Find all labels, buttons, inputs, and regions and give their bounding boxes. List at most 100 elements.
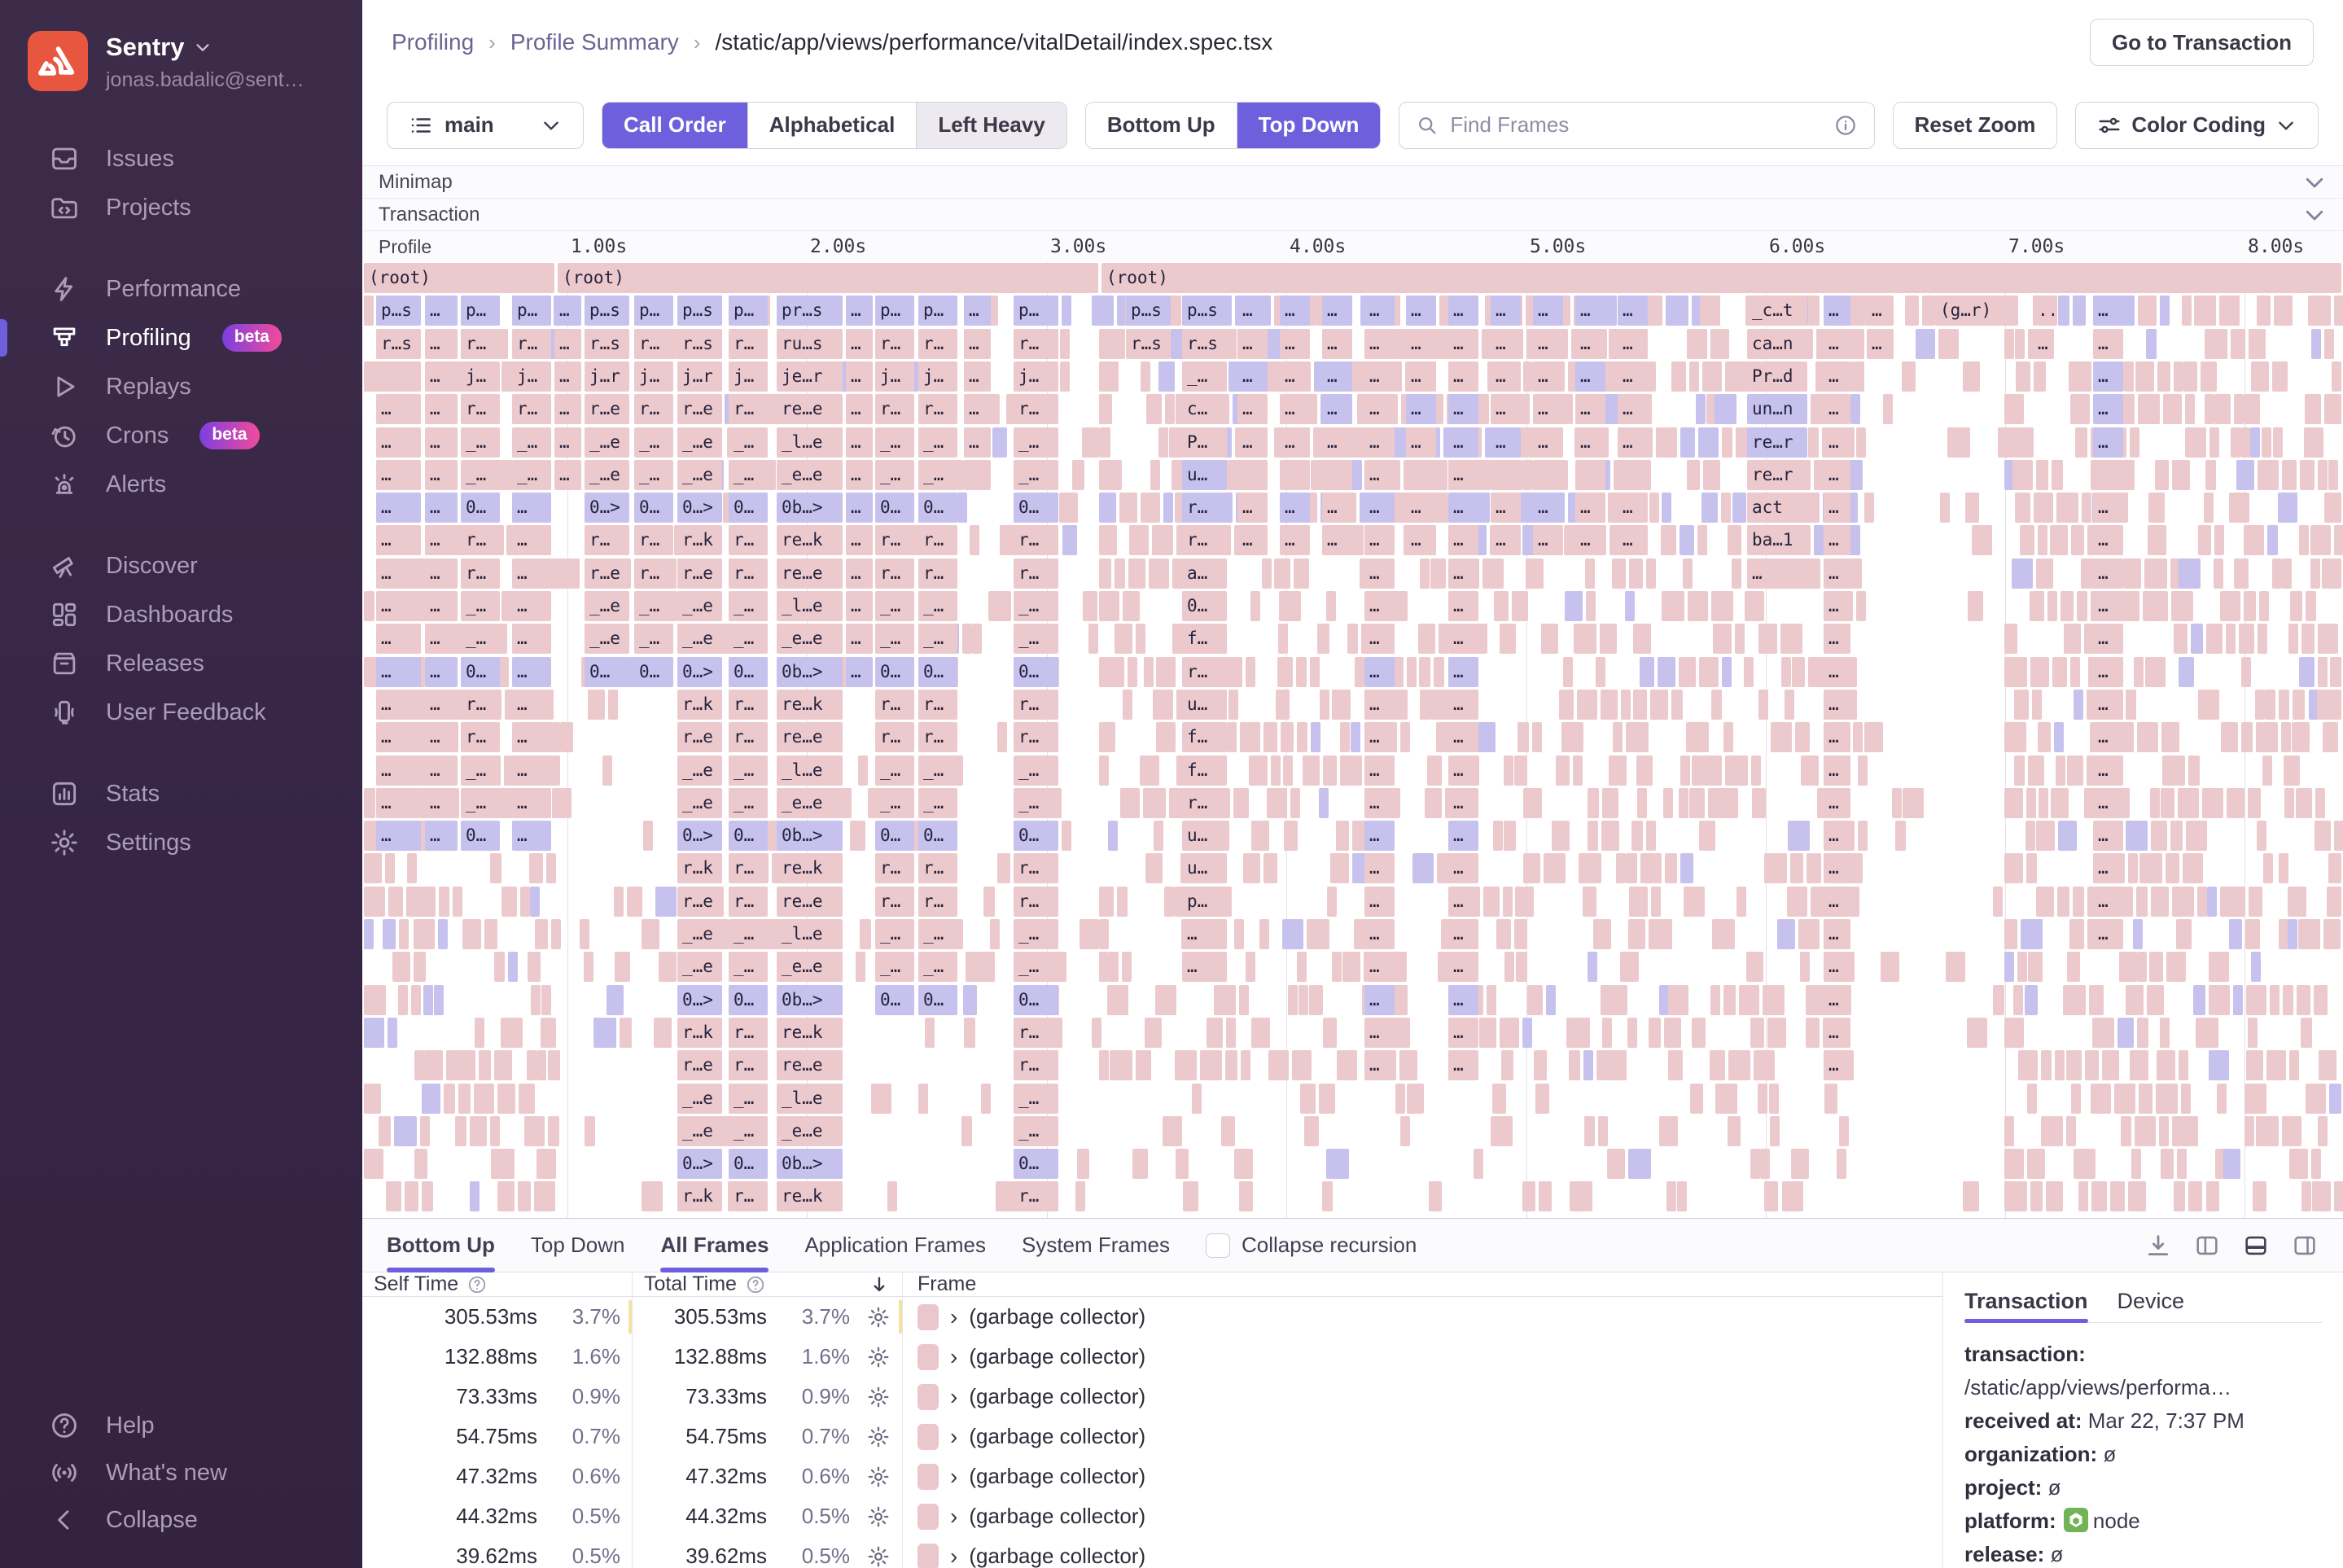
flame-frame[interactable]: … xyxy=(1237,525,1268,556)
flame-frame[interactable]: p… xyxy=(634,296,673,326)
flame-frame[interactable]: _… xyxy=(918,591,957,621)
flame-frame[interactable] xyxy=(1780,624,1802,655)
flame-frame[interactable] xyxy=(1764,853,1788,884)
flame-frame[interactable]: … xyxy=(512,689,551,720)
flame-frame[interactable]: r… xyxy=(634,328,673,359)
flame-frame[interactable]: … xyxy=(376,427,421,458)
breadcrumb-link[interactable]: Profile Summary xyxy=(510,29,679,55)
flame-frame[interactable] xyxy=(388,1017,398,1048)
flame-frame[interactable] xyxy=(474,1017,484,1048)
flame-frame[interactable] xyxy=(1434,493,1448,523)
flame-frame[interactable] xyxy=(414,952,426,983)
tab-transaction[interactable]: Transaction xyxy=(1964,1281,2088,1323)
flame-frame[interactable]: … xyxy=(376,689,421,720)
flame-frame[interactable] xyxy=(1902,787,1925,818)
flame-frame[interactable]: … xyxy=(1364,361,1395,392)
table-row[interactable]: 47.32ms 0.6% 47.32ms 0.6% › (garbage collecto… xyxy=(362,1456,1942,1496)
flame-frame[interactable] xyxy=(2334,821,2343,852)
flame-frame[interactable] xyxy=(1420,689,1430,720)
flame-frame[interactable] xyxy=(1626,722,1649,753)
flame-frame[interactable]: … xyxy=(1364,558,1395,589)
flame-frame[interactable] xyxy=(1522,1181,1535,1212)
flame-frame[interactable] xyxy=(2065,1115,2077,1146)
flame-frame[interactable]: re…r xyxy=(1747,427,1807,458)
flame-frame[interactable] xyxy=(2266,1050,2287,1081)
flame-frame[interactable] xyxy=(1687,591,1709,621)
flame-frame[interactable]: … xyxy=(1867,328,1894,359)
flame-frame[interactable] xyxy=(1392,1017,1411,1048)
flame-frame[interactable] xyxy=(1132,1149,1149,1180)
flame-frame[interactable] xyxy=(2165,853,2180,884)
flame-frame[interactable] xyxy=(2243,591,2256,621)
flame-frame[interactable]: … xyxy=(964,328,991,359)
flame-frame[interactable]: _… xyxy=(729,952,768,983)
flame-frame[interactable]: r…s xyxy=(1126,328,1171,359)
flame-frame[interactable] xyxy=(1419,558,1430,589)
flame-frame[interactable] xyxy=(1486,984,1496,1015)
flame-frame[interactable]: … xyxy=(846,493,873,523)
flame-frame[interactable] xyxy=(2226,787,2245,818)
flame-frame[interactable] xyxy=(2034,361,2047,392)
flame-frame[interactable] xyxy=(2333,296,2343,326)
flame-frame[interactable] xyxy=(1248,722,1260,753)
flame-frame[interactable] xyxy=(1424,787,1442,818)
flame-frame[interactable] xyxy=(1992,886,2003,917)
flame-frame[interactable] xyxy=(2056,886,2070,917)
flame-frame[interactable] xyxy=(2055,1050,2065,1081)
flame-frame[interactable] xyxy=(1290,787,1300,818)
flame-frame[interactable]: re…k xyxy=(777,1181,843,1212)
flame-frame[interactable] xyxy=(2082,493,2092,523)
flame-frame[interactable]: … xyxy=(1448,525,1478,556)
flame-frame[interactable]: … xyxy=(425,722,458,753)
flame-frame[interactable] xyxy=(1522,1017,1532,1048)
flame-frame[interactable] xyxy=(1663,787,1674,818)
flame-frame[interactable] xyxy=(1722,656,1732,687)
flame-frame[interactable] xyxy=(411,984,422,1015)
flame-frame[interactable]: … xyxy=(1575,361,1605,392)
flame-frame[interactable] xyxy=(1764,1181,1779,1212)
flame-frame[interactable] xyxy=(1088,624,1099,655)
flame-frame[interactable] xyxy=(2191,624,2204,655)
flame-frame[interactable] xyxy=(1587,787,1599,818)
flame-frame[interactable]: re…e xyxy=(777,1050,843,1081)
flame-frame[interactable] xyxy=(2162,755,2186,786)
flame-frame[interactable] xyxy=(560,787,572,818)
flame-frame[interactable] xyxy=(1626,853,1637,884)
flame-frame[interactable]: 0b…> xyxy=(777,656,843,687)
flame-frame[interactable] xyxy=(1569,1050,1580,1081)
flame-frame[interactable]: … xyxy=(1237,394,1268,425)
flame-frame[interactable]: p…s xyxy=(376,296,421,326)
flame-frame[interactable]: … xyxy=(1364,493,1395,523)
flame-frame[interactable] xyxy=(1628,886,1648,917)
flame-frame[interactable] xyxy=(2313,984,2328,1015)
flame-frame[interactable] xyxy=(2256,1115,2279,1146)
flame-frame[interactable] xyxy=(2185,394,2196,425)
flame-frame[interactable] xyxy=(1679,787,1689,818)
flame-frame[interactable]: 0… xyxy=(729,493,768,523)
flame-frame[interactable] xyxy=(1120,787,1140,818)
flame-frame[interactable] xyxy=(404,1181,419,1212)
flame-frame[interactable] xyxy=(658,952,677,983)
flame-frame[interactable] xyxy=(2223,1149,2240,1180)
flame-frame[interactable]: _l…e xyxy=(777,591,843,621)
flame-frame[interactable] xyxy=(2193,984,2205,1015)
flame-frame[interactable] xyxy=(536,1149,556,1180)
flame-frame[interactable] xyxy=(2013,689,2029,720)
flame-frame[interactable] xyxy=(1523,886,1534,917)
flame-frame[interactable]: r… xyxy=(512,328,551,359)
flame-frame[interactable] xyxy=(1225,656,1242,687)
flame-frame[interactable] xyxy=(1248,755,1268,786)
flame-frame[interactable] xyxy=(1739,984,1759,1015)
flame-frame[interactable] xyxy=(1156,656,1176,687)
flame-frame[interactable]: … xyxy=(1533,427,1563,458)
flame-frame[interactable] xyxy=(2319,1050,2337,1081)
flame-frame[interactable]: … xyxy=(1491,328,1521,359)
flame-frame[interactable] xyxy=(1400,722,1411,753)
flame-frame[interactable] xyxy=(2073,296,2086,326)
flame-frame[interactable] xyxy=(1335,821,1349,852)
flame-frame[interactable] xyxy=(1857,821,1868,852)
flame-frame[interactable]: … xyxy=(1448,459,1478,490)
flame-frame[interactable] xyxy=(1331,952,1342,983)
flame-frame[interactable]: … xyxy=(554,361,581,392)
flame-frame[interactable]: p…s xyxy=(585,296,629,326)
